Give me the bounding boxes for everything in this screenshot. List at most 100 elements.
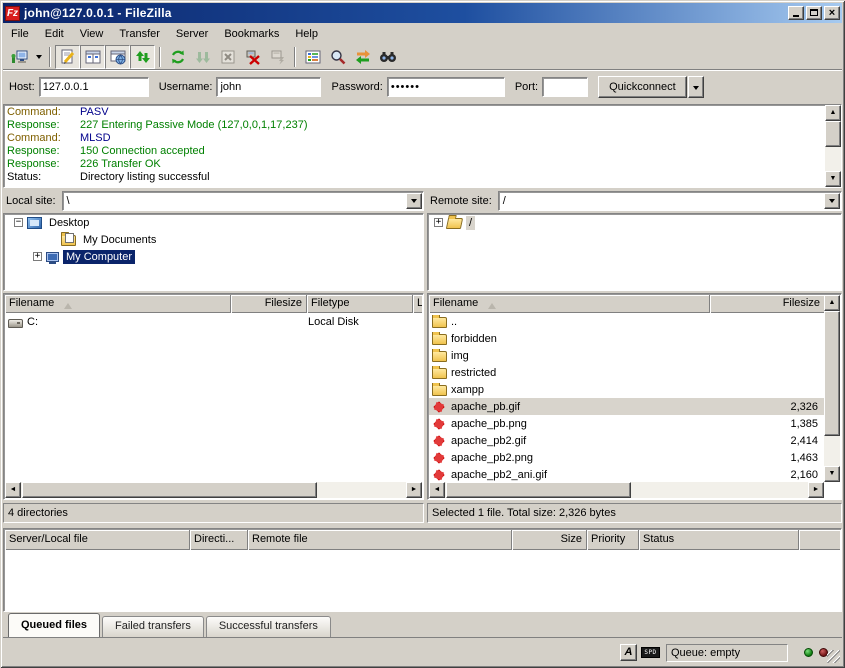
scroll-up-icon[interactable]: ▲ — [825, 105, 841, 121]
filter-button[interactable] — [300, 45, 325, 69]
scroll-left-icon[interactable]: ◄ — [429, 482, 445, 498]
menu-transfer[interactable]: Transfer — [111, 26, 168, 42]
log-scrollbar[interactable]: ▲ ▼ — [825, 105, 841, 187]
scroll-right-icon[interactable]: ► — [406, 482, 422, 498]
column-header-server-local-file[interactable]: Server/Local file — [5, 530, 190, 550]
toggle-transfer-queue-button[interactable] — [130, 45, 155, 69]
toggle-message-log-button[interactable] — [55, 45, 80, 69]
tab-failed-transfers[interactable]: Failed transfers — [102, 616, 204, 637]
site-manager-dropdown-button[interactable] — [32, 45, 45, 69]
log-line: Response:150 Connection accepted — [4, 145, 825, 158]
scrollbar-thumb[interactable] — [446, 482, 631, 498]
menu-edit[interactable]: Edit — [37, 26, 72, 42]
directory-comparison-button[interactable] — [325, 45, 350, 69]
quickconnect-dropdown-button[interactable] — [688, 76, 704, 98]
port-label: Port: — [515, 81, 538, 93]
scroll-right-icon[interactable]: ► — [808, 482, 824, 498]
file-row[interactable]: restricted — [429, 364, 824, 381]
tree-item-my-documents[interactable]: My Documents — [4, 231, 423, 248]
file-row[interactable]: apache_pb2_ani.gif2,160 — [429, 466, 824, 482]
column-label: Status — [643, 533, 674, 550]
toggle-local-tree-button[interactable] — [80, 45, 105, 69]
synchronized-browsing-button[interactable] — [350, 45, 375, 69]
remote-site-dropdown-button[interactable] — [824, 193, 840, 209]
local-site-combobox[interactable]: \ — [62, 191, 424, 211]
menu-server[interactable]: Server — [168, 26, 216, 42]
image-file-icon — [432, 401, 447, 413]
resize-grip[interactable] — [827, 650, 840, 663]
file-row[interactable]: apache_pb2.gif2,414 — [429, 432, 824, 449]
remote-site-combobox[interactable]: / — [498, 191, 842, 211]
file-row[interactable]: img — [429, 347, 824, 364]
username-input[interactable] — [216, 77, 321, 97]
refresh-button[interactable] — [165, 45, 190, 69]
column-header-size[interactable]: Size — [512, 530, 587, 550]
tab-successful-transfers[interactable]: Successful transfers — [206, 616, 331, 637]
maximize-button[interactable] — [806, 6, 822, 20]
local-list-hscrollbar[interactable]: ◄ ► — [5, 482, 422, 498]
tab-queued-files[interactable]: Queued files — [8, 613, 100, 637]
column-header-direction[interactable]: Directi... — [190, 530, 248, 550]
password-input[interactable] — [387, 77, 505, 97]
file-row[interactable]: forbidden — [429, 330, 824, 347]
close-button[interactable]: × — [824, 6, 840, 20]
column-label: Filesize — [265, 297, 302, 313]
column-header-status[interactable]: Status — [639, 530, 799, 550]
cancel-button[interactable] — [215, 45, 240, 69]
column-header-filetype[interactable]: Filetype — [307, 295, 413, 313]
process-queue-button[interactable] — [190, 45, 215, 69]
remote-list-hscrollbar[interactable]: ◄ ► — [429, 482, 824, 498]
scrollbar-thumb[interactable] — [22, 482, 317, 498]
column-header-lastmodified[interactable]: L — [413, 295, 422, 313]
tree-item-root[interactable]: + / — [428, 214, 841, 231]
menu-file[interactable]: File — [3, 26, 37, 42]
expand-icon[interactable]: + — [33, 252, 42, 261]
file-row-c-drive[interactable]: C: Local Disk — [5, 313, 422, 330]
disconnect-button[interactable] — [240, 45, 265, 69]
tree-item-desktop[interactable]: − Desktop — [4, 214, 423, 231]
scrollbar-thumb[interactable] — [824, 311, 840, 436]
scroll-left-icon[interactable]: ◄ — [5, 482, 21, 498]
column-header-filename[interactable]: Filename — [5, 295, 231, 313]
log-text: 150 Connection accepted — [80, 145, 825, 158]
local-site-dropdown-button[interactable] — [406, 193, 422, 209]
remote-list-vscrollbar[interactable]: ▲ ▼ — [824, 295, 840, 482]
collapse-icon[interactable]: − — [14, 218, 23, 227]
queue-header: Server/Local file Directi... Remote file… — [5, 530, 840, 550]
column-label: Remote file — [252, 533, 308, 550]
file-row[interactable]: .. — [429, 313, 824, 330]
scroll-down-icon[interactable]: ▼ — [825, 171, 841, 187]
toggle-remote-tree-button[interactable] — [105, 45, 130, 69]
column-header-filesize[interactable]: Filesize — [710, 295, 824, 313]
host-input[interactable] — [39, 77, 149, 97]
remote-site-row: Remote site: / — [427, 190, 842, 211]
reconnect-button[interactable] — [265, 45, 290, 69]
column-header-priority[interactable]: Priority — [587, 530, 639, 550]
minimize-button[interactable] — [788, 6, 804, 20]
file-row[interactable]: apache_pb.png1,385 — [429, 415, 824, 432]
menu-help[interactable]: Help — [287, 26, 326, 42]
file-row[interactable]: apache_pb.gif2,326 — [429, 398, 824, 415]
menu-bookmarks[interactable]: Bookmarks — [216, 26, 287, 42]
scrollbar-thumb[interactable] — [825, 121, 841, 147]
menu-view[interactable]: View — [72, 26, 112, 42]
site-manager-button[interactable] — [7, 45, 32, 69]
transfer-type-ascii-icon[interactable]: A — [620, 644, 637, 661]
file-row[interactable]: xampp — [429, 381, 824, 398]
tree-item-my-computer[interactable]: + My Computer — [4, 248, 423, 265]
expand-icon[interactable]: + — [434, 218, 443, 227]
port-input[interactable] — [542, 77, 588, 97]
quickconnect-button[interactable]: Quickconnect — [598, 76, 687, 98]
column-header-filesize[interactable]: Filesize — [231, 295, 307, 313]
my-documents-icon — [61, 235, 76, 246]
find-files-button[interactable] — [375, 45, 400, 69]
scroll-up-icon[interactable]: ▲ — [824, 295, 840, 311]
log-line: Response:227 Entering Passive Mode (127,… — [4, 119, 825, 132]
column-header-remote-file[interactable]: Remote file — [248, 530, 512, 550]
scroll-down-icon[interactable]: ▼ — [824, 466, 840, 482]
file-row[interactable]: apache_pb2.png1,463 — [429, 449, 824, 466]
image-file-icon — [432, 435, 447, 447]
column-header-filename[interactable]: Filename — [429, 295, 710, 313]
sort-ascending-icon — [64, 299, 72, 309]
speed-limit-icon[interactable]: SPD — [641, 647, 660, 658]
